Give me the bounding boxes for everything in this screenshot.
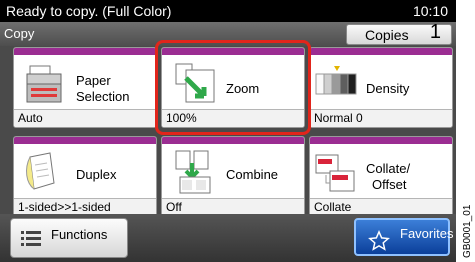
tile-label: Paper (76, 73, 111, 88)
tile-value: Auto (14, 109, 156, 127)
copies-label: Copies (365, 27, 409, 43)
tile-label-line2: Selection (76, 89, 130, 104)
copies-count: 1 (429, 21, 441, 43)
tile-stripe (162, 137, 304, 144)
figure-code-text: GB0001_01 (462, 204, 473, 258)
paper-selection-button[interactable]: Paper Selection Auto (13, 47, 157, 128)
favorites-label: Favorites (400, 226, 454, 241)
figure-code: GB0001_01 (462, 204, 473, 258)
status-bar: Ready to copy. (Full Color) 10:10 (0, 0, 456, 22)
tile-label-line2: Offset (372, 177, 407, 192)
copies-button[interactable]: Copies 1 (346, 21, 452, 45)
tile-stripe (14, 48, 156, 55)
bottom-bar: Functions Favorites (0, 214, 456, 262)
paper-tray-icon (26, 65, 62, 103)
combine-icon (175, 150, 211, 194)
functions-button[interactable]: Functions (10, 218, 128, 258)
zoom-highlight-frame (155, 40, 311, 135)
functions-label: Functions (51, 227, 108, 242)
tile-label: Collate/ (366, 161, 411, 176)
density-button[interactable]: Density Normal 0 (309, 47, 453, 128)
duplex-button[interactable]: Duplex 1-sided>>1-sided (13, 136, 157, 217)
status-message: Ready to copy. (Full Color) (6, 3, 172, 19)
tile-stripe (310, 48, 452, 55)
star-icon (368, 230, 390, 251)
duplex-icon (26, 152, 55, 190)
tile-stripe (310, 137, 452, 144)
copy-screen: Ready to copy. (Full Color) 10:10 Copy C… (0, 0, 456, 262)
tile-stripe (14, 137, 156, 144)
tile-value: Normal 0 (310, 109, 452, 127)
list-icon (21, 231, 41, 246)
tile-label: Density (366, 81, 410, 96)
clock: 10:10 (412, 3, 448, 19)
combine-button[interactable]: Combine Off (161, 136, 305, 217)
tile-label: Combine (226, 167, 279, 182)
density-icon (315, 66, 357, 95)
favorites-button[interactable]: Favorites (354, 218, 454, 256)
page-title: Copy (4, 26, 35, 41)
collate-offset-button[interactable]: Collate/ Offset Collate (309, 136, 453, 217)
tile-label: Duplex (76, 167, 117, 182)
collate-icon (315, 154, 355, 192)
